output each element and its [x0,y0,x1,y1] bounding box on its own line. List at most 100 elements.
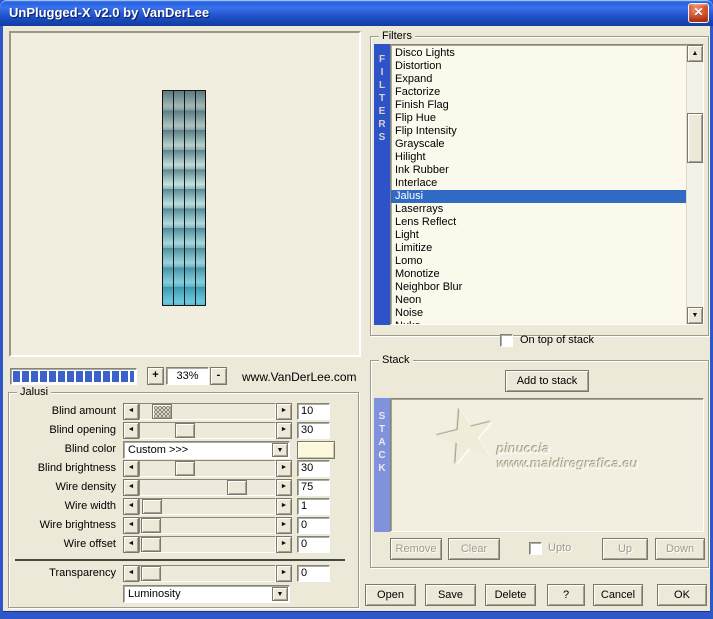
up-button[interactable]: Up [602,538,648,560]
filter-item[interactable]: Finish Flag [391,99,686,112]
slider-track[interactable] [139,565,276,582]
chevron-down-icon[interactable] [272,587,288,601]
filter-item[interactable]: Factorize [391,86,686,99]
slider-thumb[interactable] [175,423,195,438]
on-top-checkbox[interactable] [500,334,513,347]
preview-image[interactable] [162,90,206,306]
filter-item[interactable]: Laserrays [391,203,686,216]
open-button[interactable]: Open [365,584,416,606]
blind-color-select[interactable]: Custom >>> [123,441,290,459]
filters-listbox[interactable]: Disco LightsDistortionExpandFactorizeFin… [390,44,704,325]
filter-item[interactable]: Nuke [391,320,686,324]
clear-button[interactable]: Clear [448,538,500,560]
filter-item[interactable]: Neighbor Blur [391,281,686,294]
filter-item[interactable]: Lens Reflect [391,216,686,229]
filter-item[interactable]: Ink Rubber [391,164,686,177]
slider-right-arrow[interactable] [276,498,292,515]
stack-list[interactable]: ★ pinuccia www.maidiregrafica.eu [390,398,704,532]
slider-thumb[interactable] [175,461,195,476]
blend-mode-select[interactable]: Luminosity [123,585,290,603]
add-to-stack-button[interactable]: Add to stack [505,370,589,392]
filter-item[interactable]: Lomo [391,255,686,268]
slider-thumb[interactable] [152,404,172,419]
wire-density-row: Wire density 75 [8,479,360,498]
filter-item[interactable]: Flip Intensity [391,125,686,138]
upto-label: Upto [548,542,571,554]
slider-thumb[interactable] [141,518,161,533]
value-input[interactable]: 1 [297,498,330,515]
filter-item[interactable]: Neon [391,294,686,307]
slider-right-arrow[interactable] [276,460,292,477]
filter-item[interactable]: Flip Hue [391,112,686,125]
slider-left-arrow[interactable] [123,498,139,515]
value-input[interactable]: 10 [297,403,330,420]
remove-button[interactable]: Remove [390,538,442,560]
filter-item[interactable]: Limitize [391,242,686,255]
down-button[interactable]: Down [655,538,705,560]
slider-thumb[interactable] [141,537,161,552]
divider [15,559,345,561]
slider-left-arrow[interactable] [123,565,139,582]
close-button[interactable] [688,3,709,23]
help-button[interactable]: ? [547,584,585,606]
filter-item[interactable]: Distortion [391,60,686,73]
filter-item[interactable]: Interlace [391,177,686,190]
filter-item[interactable]: Disco Lights [391,47,686,60]
scrollbar-thumb[interactable] [687,113,703,163]
preview-panel[interactable] [9,31,361,357]
slider-track[interactable] [139,498,276,515]
zoom-level-field[interactable]: 33% [166,367,209,385]
value-input[interactable]: 0 [297,565,330,582]
slider-thumb[interactable] [142,499,162,514]
filter-item[interactable]: Grayscale [391,138,686,151]
zoom-out-button[interactable]: - [210,367,227,385]
cancel-button[interactable]: Cancel [593,584,643,606]
slider-track[interactable] [139,403,276,420]
chevron-down-icon[interactable] [272,443,288,457]
filter-item[interactable]: Jalusi [391,190,686,203]
blind-color-swatch[interactable] [297,441,335,459]
slider-right-arrow[interactable] [276,565,292,582]
save-button[interactable]: Save [425,584,476,606]
slider-track[interactable] [139,536,276,553]
slider-left-arrow[interactable] [123,403,139,420]
slider-track[interactable] [139,517,276,534]
ok-button[interactable]: OK [657,584,707,606]
filters-scrollbar[interactable] [686,45,703,324]
value-input[interactable]: 75 [297,479,330,496]
slider-left-arrow[interactable] [123,460,139,477]
wire-brightness-row: Wire brightness 0 [8,517,360,536]
filter-item[interactable]: Expand [391,73,686,86]
filter-item[interactable]: Hilight [391,151,686,164]
param-label: Wire density [8,481,116,493]
titlebar[interactable]: UnPlugged-X v2.0 by VanDerLee [0,0,713,26]
scroll-down-icon[interactable] [687,307,703,324]
slider-left-arrow[interactable] [123,536,139,553]
value-input[interactable]: 0 [297,536,330,553]
slider-left-arrow[interactable] [123,422,139,439]
delete-button[interactable]: Delete [485,584,536,606]
slider-right-arrow[interactable] [276,517,292,534]
slider-track[interactable] [139,460,276,477]
filter-item[interactable]: Light [391,229,686,242]
slider-right-arrow[interactable] [276,536,292,553]
filter-item[interactable]: Noise [391,307,686,320]
zoom-in-button[interactable]: + [147,367,164,385]
slider-thumb[interactable] [227,480,247,495]
slider-right-arrow[interactable] [276,403,292,420]
value-input[interactable]: 30 [297,422,330,439]
slider-track[interactable] [139,422,276,439]
filter-item[interactable]: Monotize [391,268,686,281]
value-input[interactable]: 30 [297,460,330,477]
transparency-row: Transparency 0 [8,565,360,584]
slider-left-arrow[interactable] [123,517,139,534]
scroll-up-icon[interactable] [687,45,703,62]
slider-right-arrow[interactable] [276,422,292,439]
slider-track[interactable] [139,479,276,496]
website-link[interactable]: www.VanDerLee.com [242,370,357,384]
value-input[interactable]: 0 [297,517,330,534]
slider-right-arrow[interactable] [276,479,292,496]
slider-thumb[interactable] [141,566,161,581]
upto-checkbox[interactable] [529,542,542,555]
slider-left-arrow[interactable] [123,479,139,496]
